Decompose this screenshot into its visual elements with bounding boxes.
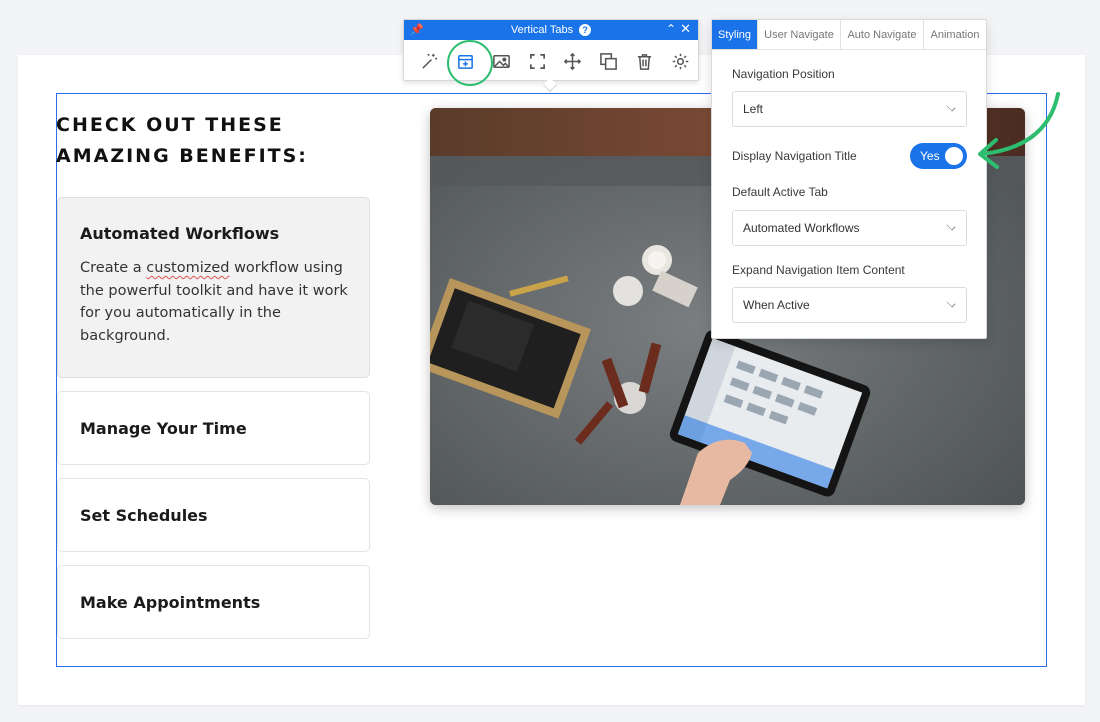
settings-panel: Styling User Navigate Auto Navigate Anim… [711, 19, 987, 339]
pin-icon[interactable]: 📌 [410, 23, 424, 36]
move-icon[interactable] [555, 43, 591, 79]
close-icon[interactable]: ✕ [680, 21, 691, 37]
tab-animation[interactable]: Animation [924, 20, 986, 49]
tab-title: Set Schedules [80, 506, 208, 525]
toolbar-title: Vertical Tabs [510, 24, 574, 36]
navigation-position-label: Navigation Position [732, 67, 835, 81]
annotation-arrow [978, 92, 1060, 169]
default-active-tab-label: Default Active Tab [732, 185, 828, 199]
display-navigation-title-toggle[interactable]: Yes [910, 143, 967, 169]
delete-icon[interactable] [627, 43, 663, 79]
tab-set-schedules[interactable]: Set Schedules [57, 478, 370, 552]
tab-title: Automated Workflows [80, 224, 280, 243]
tab-content: Create a customized workflow using the p… [80, 260, 348, 344]
spellcheck-word: customized [146, 260, 230, 276]
panel-tabs: Styling User Navigate Auto Navigate Anim… [712, 20, 986, 50]
tab-user-navigate[interactable]: User Navigate [758, 20, 841, 49]
default-active-tab-select[interactable]: Automated Workflows [732, 210, 967, 246]
tab-title: Make Appointments [80, 593, 261, 612]
section-heading: CHECK OUT THESE AMAZING BENEFITS: [56, 114, 308, 167]
chevron-down-icon [946, 298, 956, 308]
chevron-down-icon [946, 102, 956, 112]
settings-icon[interactable] [662, 43, 698, 79]
element-toolbar: 📌 Vertical Tabs ? ⌃ ✕ [403, 19, 699, 86]
expand-content-select[interactable]: When Active [732, 287, 967, 323]
tab-title: Manage Your Time [80, 419, 247, 438]
duplicate-icon[interactable] [591, 43, 627, 79]
toolbar-header[interactable]: 📌 Vertical Tabs ? ⌃ ✕ [404, 20, 698, 40]
display-navigation-title-label: Display Navigation Title [732, 149, 857, 163]
add-tab-icon[interactable] [446, 40, 493, 86]
help-icon[interactable]: ? [579, 24, 592, 36]
expand-content-label: Expand Navigation Item Content [732, 263, 905, 277]
navigation-position-select[interactable]: Left [732, 91, 967, 127]
image-icon[interactable] [484, 43, 520, 79]
tab-manage-your-time[interactable]: Manage Your Time [57, 391, 370, 465]
chevron-up-icon[interactable]: ⌃ [666, 22, 676, 36]
chevron-down-icon [946, 221, 956, 231]
tab-make-appointments[interactable]: Make Appointments [57, 565, 370, 639]
tab-styling[interactable]: Styling [712, 20, 758, 49]
magic-wand-icon[interactable] [412, 43, 448, 79]
expand-icon[interactable] [519, 43, 555, 79]
tab-automated-workflows[interactable]: Automated Workflows Create a customized … [57, 197, 370, 378]
tab-auto-navigate[interactable]: Auto Navigate [841, 20, 924, 49]
toggle-knob [945, 147, 963, 165]
